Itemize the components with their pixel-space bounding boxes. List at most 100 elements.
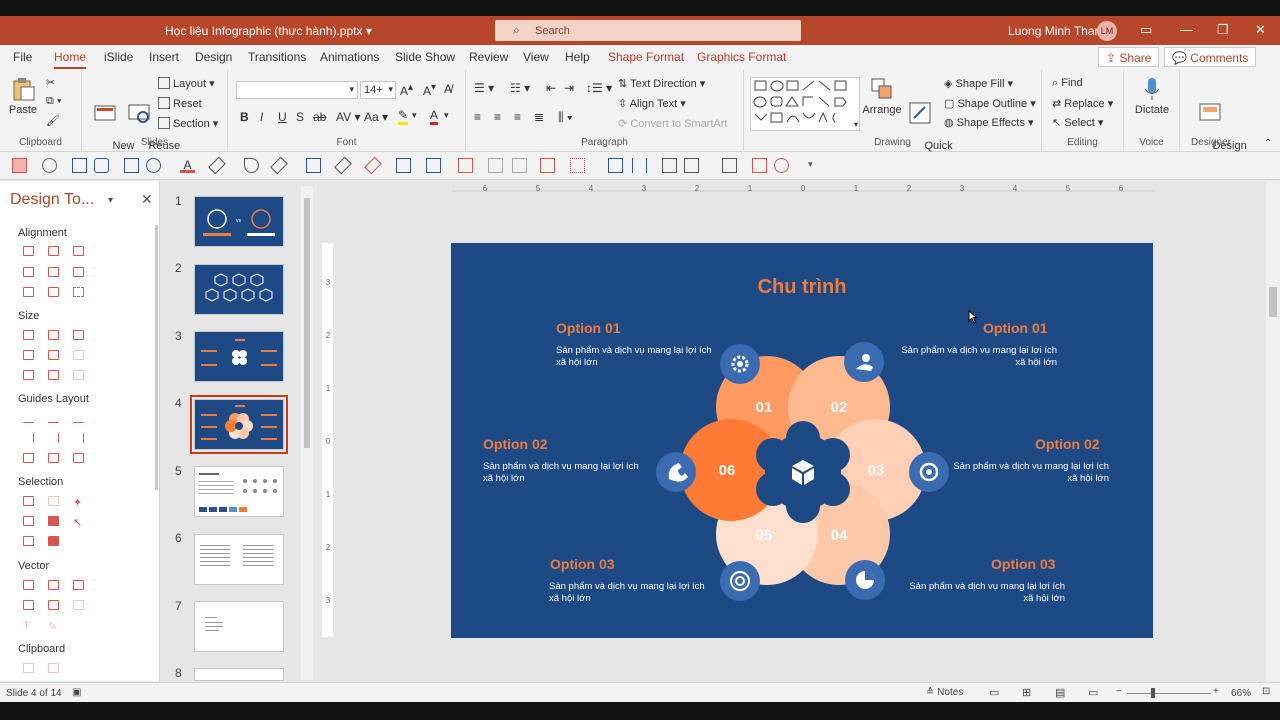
distribute-v-tool-icon[interactable] (48, 287, 59, 297)
fit-left-tool-icon[interactable] (23, 370, 34, 380)
align-bottom-tool-icon[interactable] (73, 267, 84, 277)
notes-button[interactable]: ≙ Notes (926, 687, 963, 698)
find-button[interactable]: ⌕ Find (1052, 77, 1083, 90)
tab-shape-format[interactable]: Shape Format (608, 50, 684, 64)
fill-icon[interactable] (244, 158, 259, 173)
gear-icon[interactable] (720, 344, 760, 384)
align-right-tool-icon[interactable] (73, 246, 84, 256)
export-icon[interactable] (722, 158, 737, 173)
slide-thumbnail-5[interactable] (194, 466, 284, 517)
customize-toolbar-icon[interactable]: ▾ (808, 159, 813, 170)
fit-to-window-icon[interactable]: ⊡ (1262, 686, 1270, 697)
thumbnails-scroll-thumb[interactable] (304, 198, 310, 448)
clipboard-paste-icon[interactable] (48, 663, 59, 673)
comments-button[interactable]: 💬 Comments (1164, 47, 1257, 67)
vector-pen-icon[interactable]: ✎ (48, 620, 59, 633)
paste-button[interactable]: Paste (8, 76, 38, 116)
text-direction-button[interactable]: ⇅ Text Direction ▾ (618, 77, 705, 90)
numbering-icon[interactable]: ☷ ▾ (510, 81, 530, 95)
refresh-cycle-icon[interactable] (909, 452, 949, 492)
char-spacing-icon[interactable]: AV ▾ (336, 110, 360, 124)
italic-icon[interactable]: I (260, 110, 263, 124)
select-same-size-icon[interactable] (23, 516, 34, 526)
reading-view-icon[interactable]: ▤ (1055, 686, 1065, 699)
increase-font-icon[interactable]: A▴ (400, 82, 413, 98)
shape-effects-button[interactable]: ◍ Shape Effects ▾ (944, 116, 1034, 129)
record-icon[interactable] (12, 158, 27, 173)
align-right-icon[interactable]: ≡ (514, 110, 521, 124)
vector-subtract-icon[interactable] (48, 600, 59, 610)
font-color-dropdown-icon[interactable]: ▾ (444, 110, 449, 121)
slide-thumbnail-4[interactable] (190, 395, 288, 454)
zoom-level[interactable]: 66% (1231, 688, 1251, 699)
tab-file[interactable]: File (13, 50, 32, 64)
brush-icon[interactable] (334, 156, 352, 175)
bullets-icon[interactable]: ☰ ▾ (474, 81, 494, 95)
guide-right-icon[interactable] (73, 413, 84, 423)
font-name-box[interactable]: ▾ (236, 81, 358, 99)
delete-icon[interactable] (540, 158, 555, 173)
vector-fragment-icon[interactable] (73, 580, 84, 590)
change-case-icon[interactable]: Aa ▾ (364, 110, 388, 124)
copy-icon[interactable]: ⧉ ▾ (46, 95, 62, 108)
layers-icon[interactable] (608, 158, 623, 173)
fit-right-tool-icon[interactable] (48, 370, 59, 380)
vector-union-icon[interactable] (23, 580, 34, 590)
text-color-icon[interactable]: A (180, 158, 195, 173)
target-icon[interactable] (720, 561, 760, 601)
align-middle-tool-icon[interactable] (48, 267, 59, 277)
align-top-tool-icon[interactable] (23, 267, 34, 277)
replace-button[interactable]: ⇄ Replace ▾ (1052, 97, 1113, 110)
tab-transitions[interactable]: Transitions (248, 50, 306, 64)
guide-clear-icon[interactable] (73, 453, 84, 463)
picture-icon[interactable] (124, 158, 139, 173)
cut-icon[interactable]: ✂ (46, 76, 55, 89)
decrease-indent-icon[interactable]: ⇤ (546, 81, 556, 95)
section-button[interactable]: Section ▾ (158, 117, 218, 130)
zoom-slider-track[interactable] (1127, 693, 1211, 694)
convert-smartart-button[interactable]: ⟳ Convert to SmartArt (618, 117, 727, 130)
shadow-icon[interactable]: S (296, 110, 304, 124)
color-picker-icon[interactable] (364, 156, 382, 175)
thumbnails-scrollbar[interactable] (301, 186, 313, 680)
line-style-icon[interactable] (306, 158, 321, 173)
zoom-slider-thumb[interactable] (1151, 688, 1155, 698)
tab-animations[interactable]: Animations (320, 50, 379, 64)
tab-design[interactable]: Design (195, 50, 232, 64)
same-size-tool-icon[interactable] (73, 330, 84, 340)
ribbon-display-icon[interactable]: ▭ (1140, 22, 1152, 38)
cycle-diagram[interactable]: 01 02 03 04 05 06 (451, 243, 1153, 638)
vector-combine-icon[interactable] (48, 580, 59, 590)
line-spacing-icon[interactable]: ↕☰ ▾ (586, 81, 612, 95)
pane-options-icon[interactable]: ▾ (108, 195, 113, 206)
align-text-button[interactable]: ⇳ Align Text ▾ (618, 97, 686, 110)
font-color-icon[interactable]: A (430, 108, 439, 125)
dictate-button[interactable]: Dictate (1132, 76, 1172, 116)
font-size-box[interactable]: 14+ ▾ (360, 81, 396, 99)
tab-review[interactable]: Review (469, 50, 508, 64)
select-same-line-icon[interactable] (48, 496, 59, 506)
select-lock-icon[interactable] (48, 536, 59, 546)
gallery-more-icon[interactable]: ▾ (854, 120, 858, 129)
arrange-button[interactable]: Arrange (862, 76, 902, 116)
slide-thumbnail-8[interactable] (194, 668, 284, 681)
select-button[interactable]: ↖ Select ▾ (1052, 116, 1103, 129)
refresh-icon[interactable] (42, 158, 57, 173)
document-title[interactable]: Học liệu Infographic (thực hành).pptx ▾ (165, 24, 372, 38)
align-canvas-tool-icon[interactable] (73, 287, 84, 297)
library-icon[interactable] (752, 158, 767, 173)
avatar[interactable]: LM (1097, 21, 1117, 41)
slide-canvas[interactable]: Chu trình Option 01 Sản phẩm và dịch vụ … (451, 243, 1153, 638)
guide-middle-icon[interactable] (48, 433, 59, 443)
guide-bottom-icon[interactable] (73, 433, 84, 443)
editor-scroll-thumb[interactable] (1269, 287, 1277, 317)
bold-icon[interactable]: B (240, 110, 249, 124)
accessibility-icon[interactable]: ▣ (72, 687, 81, 698)
slide-thumbnail-2[interactable] (194, 264, 284, 315)
editor-scrollbar[interactable] (1266, 181, 1280, 681)
stretch-both-tool-icon[interactable] (73, 350, 84, 360)
shape-fill-button[interactable]: ◈ Shape Fill ▾ (944, 77, 1013, 90)
guide-top-icon[interactable] (23, 433, 34, 443)
eyedropper-icon[interactable] (208, 156, 226, 175)
close-icon[interactable]: ✕ (1255, 22, 1266, 38)
